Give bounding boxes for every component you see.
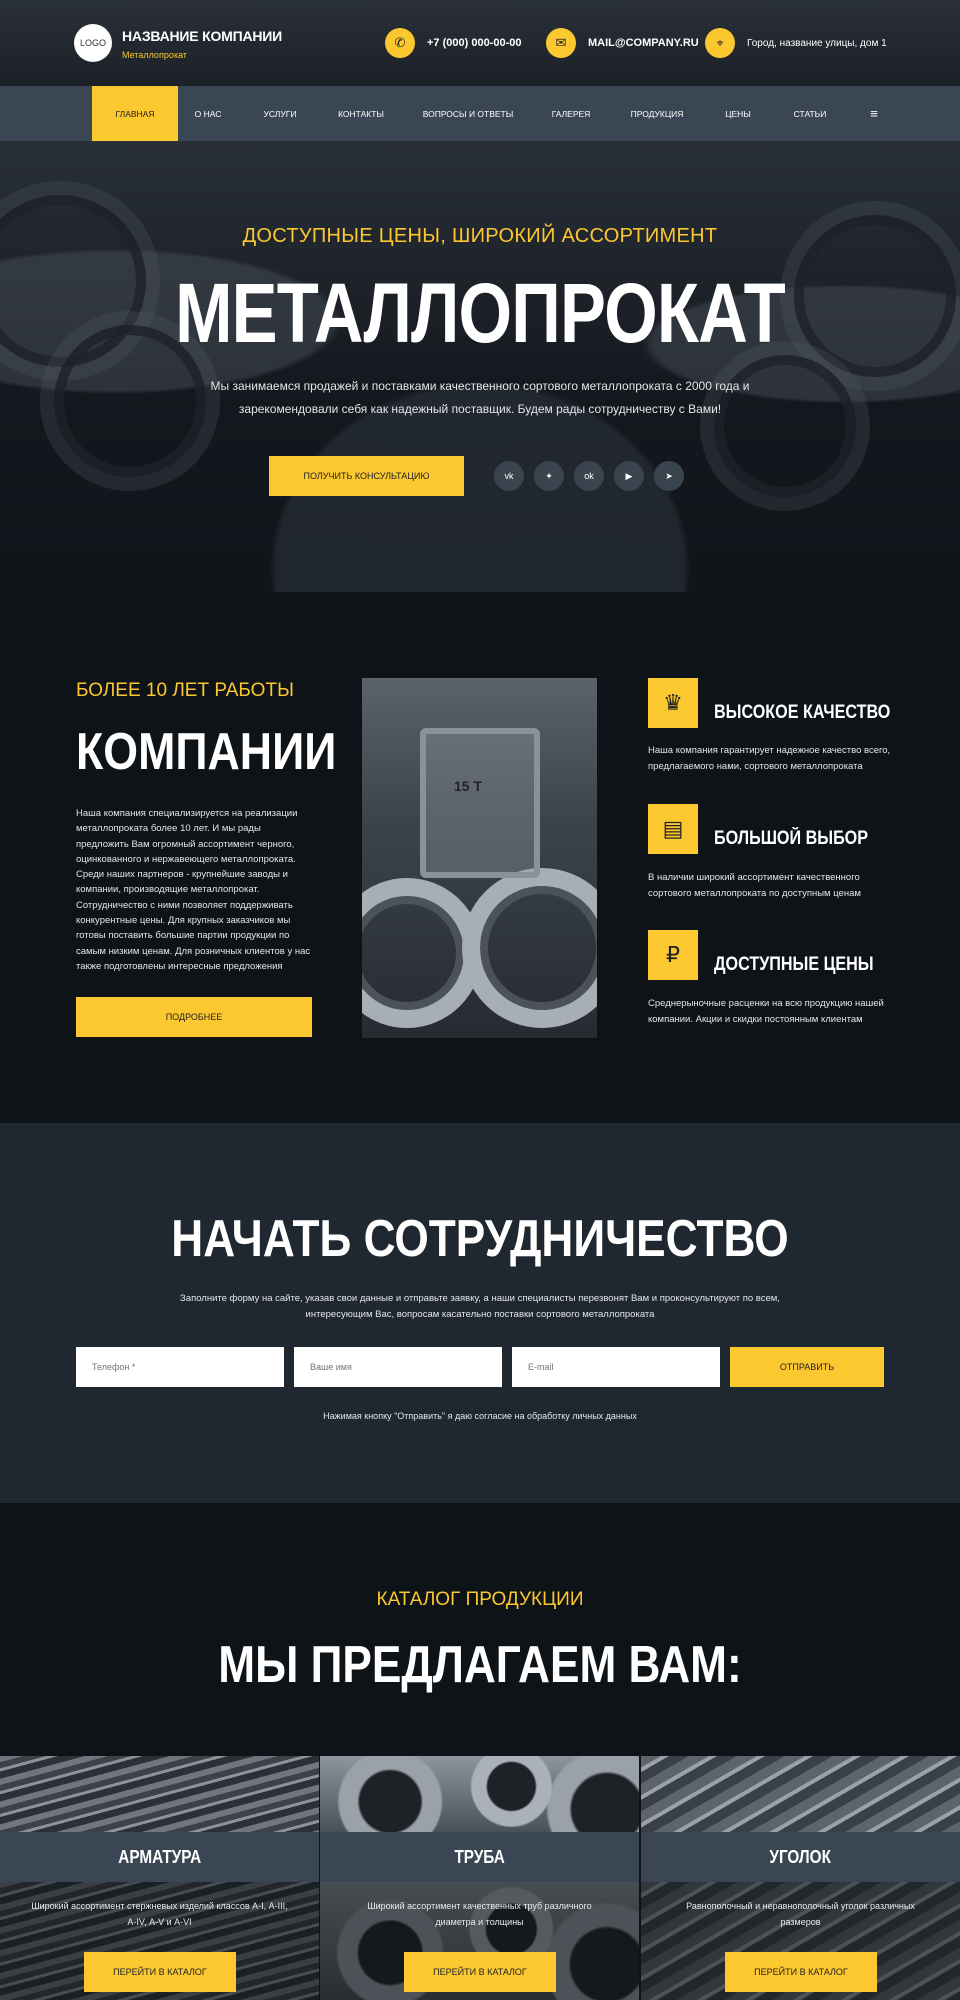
cooperation-description: Заполните форму на сайте, указав свои да… [180,1293,780,1320]
catalog-kicker: КАТАЛОГ ПРОДУКЦИИ [376,1589,584,1610]
pipe-image [320,1756,639,1832]
company-subtitle: Металлопрокат [122,50,187,60]
product-card-rebar: АРМАТУРА Широкий ассортимент стержневых … [0,1756,319,2000]
cooperation-section: НАЧАТЬ СОТРУДНИЧЕСТВО Заполните форму на… [0,1123,960,1503]
crane-gripper-image [420,728,540,878]
youtube-icon[interactable]: ▶ [614,461,644,491]
top-header: LOGO НАЗВАНИЕ КОМПАНИИ Металлопрокат ✆ +… [0,0,960,86]
steel-coil-image [462,868,597,1028]
about-title: КОМПАНИИ [76,723,337,781]
card-title: ТРУБА [320,1832,639,1882]
card-description: Равнополочный и неравнополочный уголок р… [686,1901,915,1927]
vk-icon[interactable]: vk [494,461,524,491]
address-contact: ⌖ Город, название улицы, дом 1 [705,28,887,58]
nav-item-services[interactable]: УСЛУГИ [248,86,312,141]
product-card-pipe: ТРУБА Широкий ассортимент качественных т… [320,1756,639,2000]
name-field[interactable] [294,1347,502,1387]
hero-kicker: ДОСТУПНЫЕ ЦЕНЫ, ШИРОКИЙ АССОРТИМЕНТ [242,225,718,247]
hero-overlay [0,141,960,592]
beams-icon: ▤ [648,804,698,854]
catalog-section: КАТАЛОГ ПРОДУКЦИИ МЫ ПРЕДЛАГАЕМ ВАМ: АРМ… [0,1503,960,2000]
nav-item-home[interactable]: ГЛАВНАЯ [92,86,178,141]
nav-item-articles[interactable]: СТАТЬИ [780,86,840,141]
card-title: УГОЛОК [641,1832,960,1882]
feature-title-quality: ВЫСОКОЕ КАЧЕСТВО [714,702,891,723]
catalog-button-rebar[interactable]: ПЕРЕЙТИ В КАТАЛОГ [84,1952,236,1992]
about-kicker: БОЛЕЕ 10 ЛЕТ РАБОТЫ [76,680,294,701]
email-contact[interactable]: ✉ MAIL@COMPANY.RU [546,28,699,58]
location-icon: ⌖ [705,28,735,58]
feature-title-choice: БОЛЬШОЙ ВЫБОР [714,828,869,849]
nav-item-prices[interactable]: ЦЕНЫ [712,86,764,141]
nav-item-gallery[interactable]: ГАЛЕРЕЯ [540,86,602,141]
company-name: НАЗВАНИЕ КОМПАНИИ [122,28,283,44]
card-description: Широкий ассортимент качественных труб ра… [367,1901,592,1927]
card-description: Широкий ассортимент стержневых изделий к… [31,1901,288,1927]
odnoklassniki-icon[interactable]: ok [574,461,604,491]
crane-label: 15 T [454,778,483,794]
feature-text-choice: В наличии широкий ассортимент качественн… [648,872,861,899]
submit-button[interactable]: ОТПРАВИТЬ [730,1347,884,1387]
main-nav: ГЛАВНАЯ О НАС УСЛУГИ КОНТАКТЫ ВОПРОСЫ И … [0,86,960,141]
address-text: Город, название улицы, дом 1 [747,37,887,49]
card-title: АРМАТУРА [0,1832,319,1882]
product-card-angle: УГОЛОК Равнополочный и неравнополочный у… [641,1756,960,2000]
email-field[interactable] [512,1347,720,1387]
twitter-icon[interactable]: ✦ [534,461,564,491]
about-description: Наша компания специализируется на реализ… [76,808,311,972]
nav-item-about[interactable]: О НАС [180,86,236,141]
hero-title: МЕТАЛЛОПРОКАТ [175,266,786,360]
rebar-image [0,1756,319,1832]
about-section: БОЛЕЕ 10 ЛЕТ РАБОТЫ КОМПАНИИ Наша компан… [0,592,960,1123]
consent-note: Нажимая кнопку "Отправить" я даю согласи… [323,1411,637,1421]
phone-number[interactable]: +7 (000) 000-00-00 [427,37,521,49]
hero-description: Мы занимаемся продажей и поставками каче… [210,379,750,416]
mail-icon: ✉ [546,28,576,58]
phone-icon: ✆ [385,28,415,58]
feature-text-prices: Среднерыночные расценки на всю продукцию… [648,998,884,1025]
ruble-coins-icon: ₽ [648,930,698,980]
hero-section: ДОСТУПНЫЕ ЦЕНЫ, ШИРОКИЙ АССОРТИМЕНТ МЕТА… [0,141,960,592]
phone-field[interactable] [76,1347,284,1387]
catalog-button-pipe[interactable]: ПЕРЕЙТИ В КАТАЛОГ [404,1952,556,1992]
feature-title-prices: ДОСТУПНЫЕ ЦЕНЫ [714,954,874,975]
logo[interactable]: LOGO [74,24,112,62]
more-button[interactable]: ПОДРОБНЕЕ [76,997,312,1037]
menu-icon[interactable]: ≡ [860,86,888,141]
catalog-title: МЫ ПРЕДЛАГАЕМ ВАМ: [218,1636,742,1694]
nav-item-contacts[interactable]: КОНТАКТЫ [326,86,396,141]
phone-contact[interactable]: ✆ +7 (000) 000-00-00 [385,28,521,58]
nav-item-faq[interactable]: ВОПРОСЫ И ОТВЕТЫ [412,86,524,141]
email-address[interactable]: MAIL@COMPANY.RU [588,37,699,49]
feature-text-quality: Наша компания гарантирует надежное качес… [648,745,891,772]
award-icon: ♛ [648,678,698,728]
catalog-button-angle[interactable]: ПЕРЕЙТИ В КАТАЛОГ [725,1952,877,1992]
crane-photo: 15 T [362,678,597,1038]
telegram-icon[interactable]: ➤ [654,461,684,491]
consultation-button[interactable]: ПОЛУЧИТЬ КОНСУЛЬТАЦИЮ [269,456,464,496]
nav-item-products[interactable]: ПРОДУКЦИЯ [620,86,694,141]
angle-image [641,1756,960,1832]
cooperation-title: НАЧАТЬ СОТРУДНИЧЕСТВО [171,1210,789,1268]
